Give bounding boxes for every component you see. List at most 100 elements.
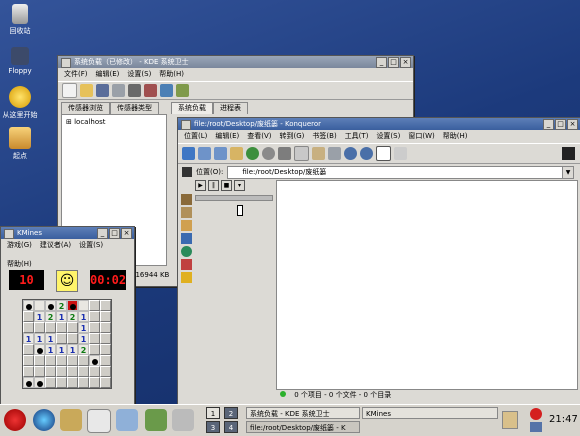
mine-cell[interactable]: 1 [34,311,45,322]
task-kmines[interactable]: KMines [362,407,498,419]
mine-cell[interactable] [100,344,111,355]
location-dropdown-icon[interactable]: ▼ [562,166,573,178]
mine-cell[interactable]: 1 [45,333,56,344]
file-view[interactable] [276,180,578,390]
tab-sensor-type[interactable]: 传感器类型 [110,102,159,114]
mine-cell[interactable] [78,366,89,377]
home-icon[interactable] [230,147,243,160]
icon-view-icon[interactable] [376,146,391,161]
mine-cell[interactable] [23,355,34,366]
pause-button[interactable]: ‖ [208,180,219,191]
mine-cell[interactable] [23,311,34,322]
eject-button[interactable]: ▾ [234,180,245,191]
stop-button[interactable]: ■ [221,180,232,191]
mine-cell[interactable] [34,366,45,377]
mine-cell[interactable]: 1 [78,333,89,344]
mine-cell[interactable] [56,322,67,333]
tree-item-localhost[interactable]: ⊞ localhost [62,115,166,129]
desktop-2-button[interactable]: 2 [224,407,238,419]
mine-cell[interactable]: 1 [45,344,56,355]
mine-cell[interactable] [34,322,45,333]
mine-cell[interactable] [56,377,67,388]
alert-icon[interactable] [530,408,542,420]
up-icon[interactable] [182,147,195,160]
detail-view-icon[interactable] [394,147,407,160]
print-manager-icon[interactable] [172,409,194,431]
mine-cell[interactable] [67,366,78,377]
tab-process-table[interactable]: 进程表 [213,102,248,114]
mine-cell[interactable]: 1 [78,311,89,322]
task-konqueror[interactable]: file:/root/Desktop/废纸篓 - K [246,421,360,433]
sidebar-devices-icon[interactable] [181,259,192,270]
mine-cell[interactable]: 2 [56,300,67,311]
sidebar-home-icon[interactable] [181,220,192,231]
minimize-button[interactable]: _ [543,119,554,130]
home-desktop-icon[interactable]: 起点 [0,127,44,161]
clear-location-icon[interactable] [182,167,192,177]
seek-slider[interactable] [195,195,273,201]
mine-cell[interactable] [56,333,67,344]
menu-go[interactable]: 转到(G) [280,130,305,143]
menu-edit[interactable]: 编辑(E) [215,130,239,143]
maximize-button[interactable]: □ [388,57,399,68]
location-input[interactable]: file:/root/Desktop/废纸篓 ▼ [227,165,574,179]
mine-cell[interactable] [100,311,111,322]
menu-view[interactable]: 查看(V) [247,130,271,143]
zoom-out-icon[interactable] [360,147,373,160]
mine-cell[interactable]: 2 [45,311,56,322]
close-button[interactable]: × [400,57,411,68]
desktop-4-button[interactable]: 4 [224,421,238,433]
mine-cell[interactable] [89,355,100,366]
mine-cell[interactable] [89,300,100,311]
mine-cell[interactable] [89,344,100,355]
mine-cell[interactable] [34,300,45,311]
redhat-menu-icon[interactable] [4,409,26,431]
reload-icon[interactable] [246,147,259,160]
mine-cell[interactable] [23,377,34,388]
clock[interactable]: 21:47 [549,414,578,425]
mine-cell[interactable] [67,300,78,311]
mine-cell[interactable] [89,366,100,377]
desktop-1-button[interactable]: 1 [206,407,220,419]
minimize-button[interactable]: _ [97,228,108,239]
network-icon[interactable] [530,422,542,432]
forward-icon[interactable] [214,147,227,160]
tab-system-load[interactable]: 系统负载 [171,102,213,114]
stop-icon[interactable] [262,147,275,160]
impress-icon[interactable] [116,409,138,431]
menu-window[interactable]: 窗口(W) [408,130,434,143]
mine-cell[interactable] [89,311,100,322]
konqueror-titlebar[interactable]: file:/root/Desktop/废纸篓 - Konqueror _ □ × [178,118,580,130]
sidebar-network-icon[interactable] [181,233,192,244]
mine-cell[interactable] [67,333,78,344]
menu-bookmarks[interactable]: 书签(B) [312,130,336,143]
print-icon[interactable] [112,84,125,97]
menu-help[interactable]: 帮助(H) [159,68,184,81]
ksysguard-titlebar[interactable]: 系统负载（已修改） - KDE 系统卫士 _ □ × [58,56,413,68]
minimize-button[interactable]: _ [376,57,387,68]
mine-cell[interactable] [100,300,111,311]
mine-cell[interactable] [45,300,56,311]
properties-icon[interactable] [176,84,189,97]
tab-sensor-browser[interactable]: 传感器浏览 [61,102,110,114]
menu-settings[interactable]: 设置(S) [376,130,400,143]
new-icon[interactable] [62,83,77,98]
worksheet-icon[interactable] [160,84,173,97]
mine-cell[interactable]: 1 [67,344,78,355]
start-here-desktop-icon[interactable]: 从这里开始 [0,86,44,120]
mine-cell[interactable] [100,366,111,377]
mine-cell[interactable]: 1 [23,333,34,344]
task-ksysguard[interactable]: 系统负载 - KDE 系统卫士 [246,407,360,419]
mine-cell[interactable]: 1 [34,333,45,344]
desktop-3-button[interactable]: 3 [206,421,220,433]
sidebar-star-icon[interactable] [181,272,192,283]
kmines-titlebar[interactable]: KMines _ □ × [1,227,134,239]
copy-icon[interactable] [294,146,309,161]
connect-icon[interactable] [128,84,141,97]
mine-cell[interactable] [34,377,45,388]
mine-cell[interactable] [100,333,111,344]
mine-cell[interactable] [78,377,89,388]
calc-icon[interactable] [145,409,167,431]
volume-handle[interactable] [237,205,243,216]
mine-cell[interactable] [23,366,34,377]
